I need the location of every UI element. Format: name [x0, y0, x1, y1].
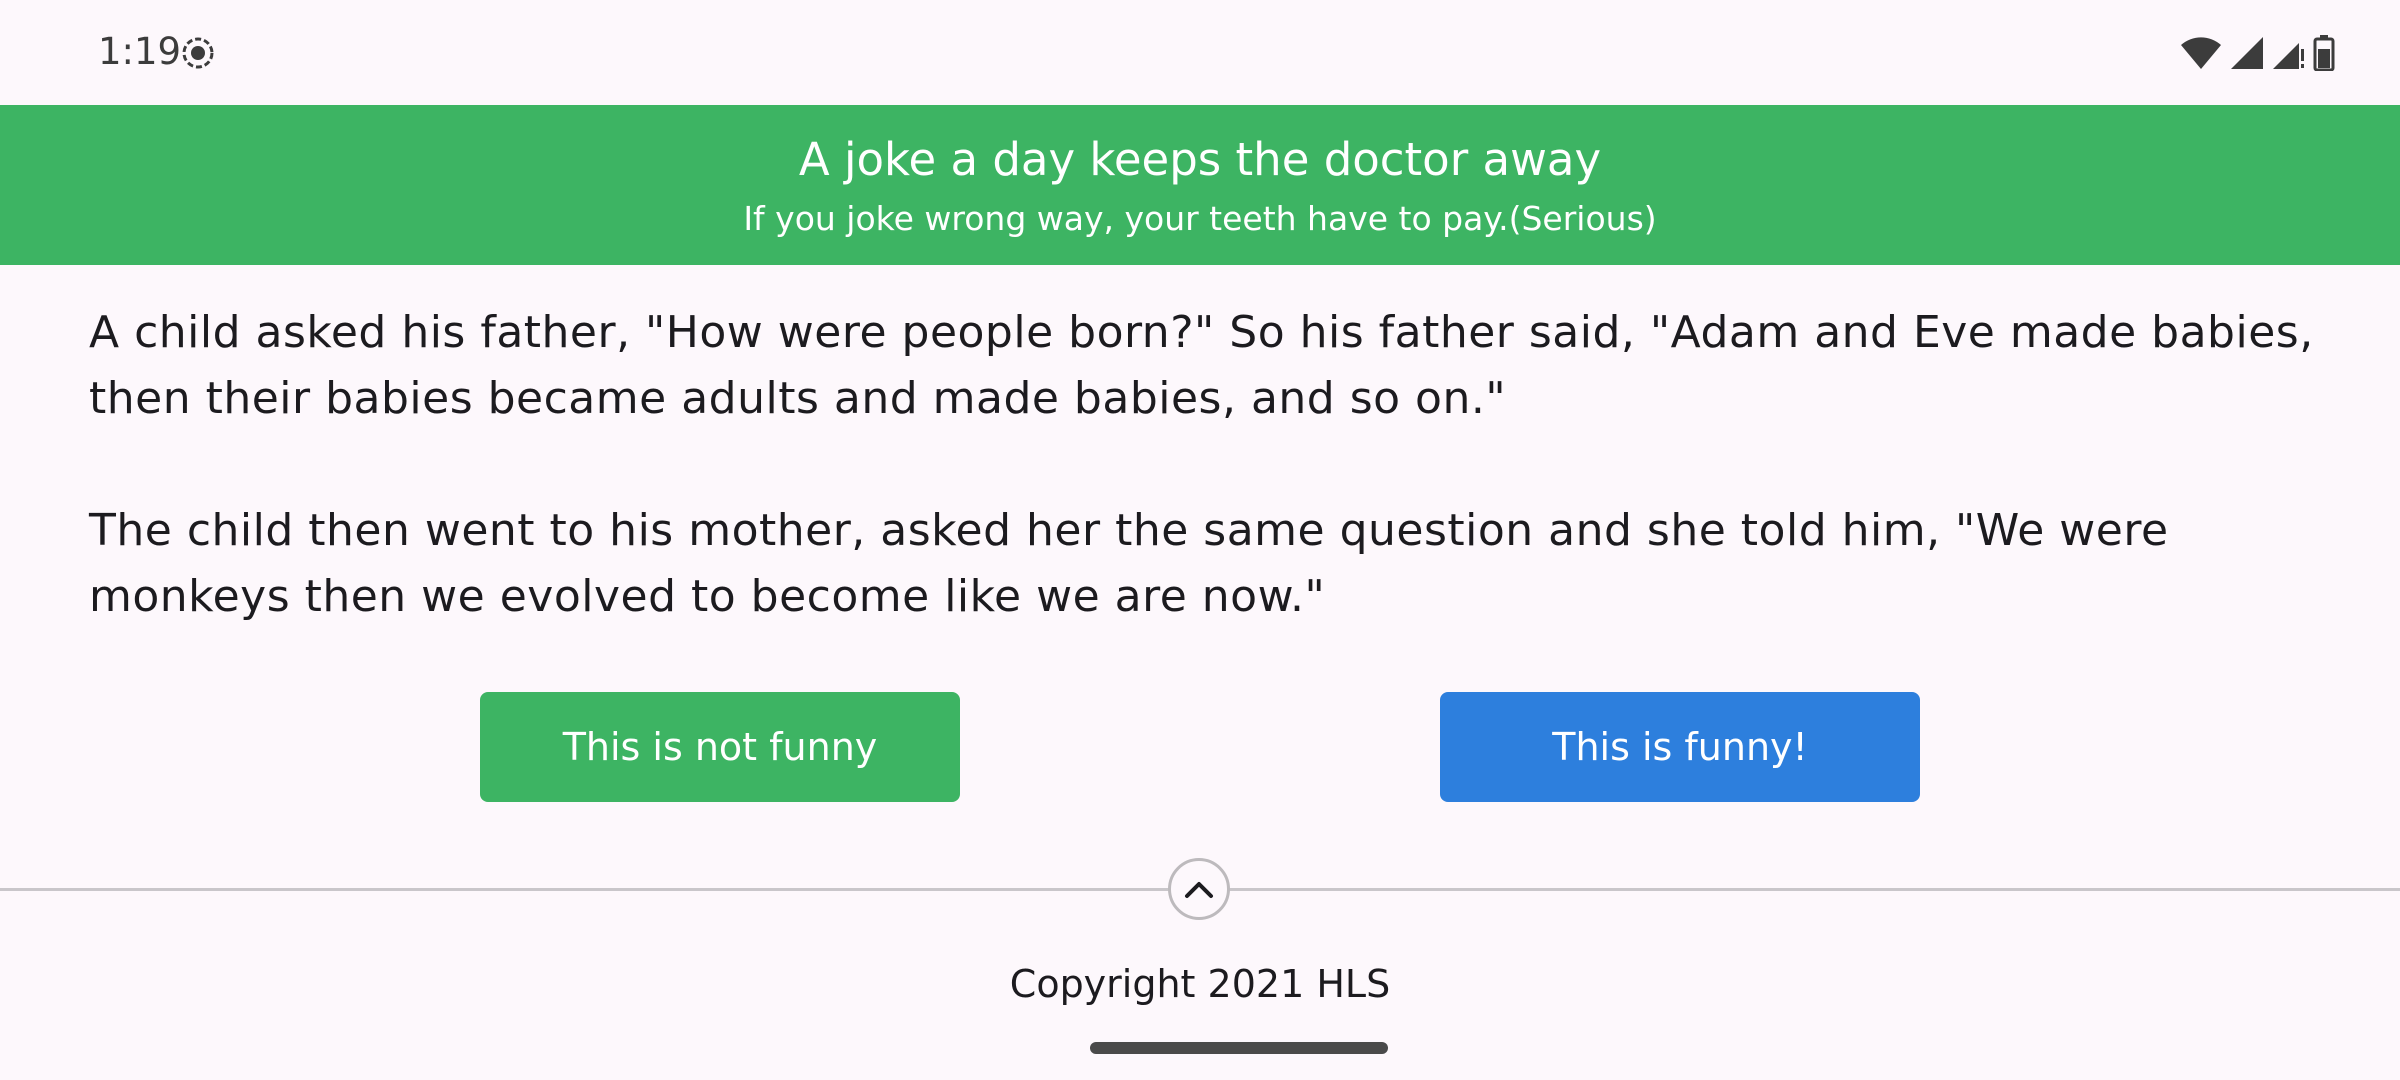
- header-subtitle: If you joke wrong way, your teeth have t…: [743, 199, 1657, 238]
- screen-record-icon: [182, 37, 214, 69]
- app-header: A joke a day keeps the doctor away If yo…: [0, 105, 2400, 265]
- scroll-to-top-button[interactable]: [1168, 858, 1230, 920]
- battery-icon: [2313, 35, 2335, 71]
- status-icons: [2179, 33, 2335, 73]
- funny-button[interactable]: This is funny!: [1440, 692, 1920, 802]
- joke-paragraph: A child asked his father, "How were peop…: [89, 307, 2314, 424]
- joke-text: A child asked his father, "How were peop…: [89, 300, 2329, 696]
- joke-paragraph: The child then went to his mother, asked…: [89, 505, 2169, 622]
- wifi-icon: [2181, 37, 2221, 69]
- signal-icon: [2231, 37, 2263, 69]
- copyright-text: Copyright 2021 HLS: [1009, 962, 1391, 1006]
- chevron-up-icon: [1185, 882, 1213, 898]
- status-bar: 1:19: [0, 0, 2400, 105]
- signal-weak-icon: [2273, 43, 2304, 69]
- status-time: 1:19: [98, 30, 182, 73]
- header-title: A joke a day keeps the doctor away: [798, 133, 1602, 186]
- home-indicator[interactable]: [1090, 1042, 1388, 1054]
- not-funny-button[interactable]: This is not funny: [480, 692, 960, 802]
